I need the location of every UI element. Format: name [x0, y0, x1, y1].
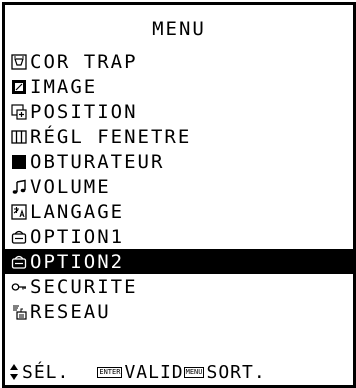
menu-item-option1[interactable]: OPTION1 [5, 224, 353, 249]
menu-item-langage[interactable]: LANGAGE [5, 199, 353, 224]
projector-menu: MENU COR TRAP IMAGE POSITION RÉGL FENETR… [2, 2, 356, 388]
menu-item-label: RÉGL FENETRE [30, 125, 192, 148]
key-icon [11, 279, 27, 295]
keystone-icon [11, 53, 27, 70]
menu-item-option2[interactable]: OPTION2 [5, 249, 353, 274]
menu-item-volume[interactable]: VOLUME [5, 174, 353, 199]
language-icon [11, 203, 27, 220]
music-note-icon [11, 179, 27, 195]
menu-item-label: VOLUME [30, 175, 111, 198]
menu-item-regl-fenetre[interactable]: RÉGL FENETRE [5, 124, 353, 149]
menu-item-reseau[interactable]: RESEAU [5, 299, 353, 324]
menu-footer: SÉL. ENTER VALID MENU SORT. [5, 360, 356, 384]
shutter-icon [11, 154, 27, 170]
image-icon [11, 79, 27, 95]
menu-item-label: IMAGE [30, 75, 98, 98]
select-hint-label: SÉL. [22, 361, 70, 383]
network-icon [11, 304, 27, 320]
enter-key-icon: ENTER [97, 366, 123, 378]
window-adjust-icon [11, 129, 27, 145]
menu-item-obturateur[interactable]: OBTURATEUR [5, 149, 353, 174]
menu-item-label: OBTURATEUR [30, 150, 165, 173]
option-icon [11, 254, 27, 270]
menu-item-position[interactable]: POSITION [5, 99, 353, 124]
menu-item-image[interactable]: IMAGE [5, 74, 353, 99]
menu-item-label: OPTION2 [30, 250, 125, 273]
menu-list: COR TRAP IMAGE POSITION RÉGL FENETRE OBT [5, 49, 353, 324]
option-icon [11, 229, 27, 245]
menu-item-label: COR TRAP [30, 50, 138, 73]
menu-item-label: RESEAU [30, 300, 111, 323]
menu-title: MENU [152, 18, 206, 40]
menu-item-cor-trap[interactable]: COR TRAP [5, 49, 353, 74]
menu-item-label: OPTION1 [30, 225, 125, 248]
menu-item-label: POSITION [30, 100, 138, 123]
exit-hint-label: SORT. [206, 361, 266, 383]
menu-item-securite[interactable]: SECURITE [5, 274, 353, 299]
menu-key-icon: MENU [183, 366, 205, 378]
position-icon [11, 103, 27, 120]
validate-hint-label: VALID [124, 361, 184, 383]
up-down-arrow-icon [9, 363, 19, 381]
menu-item-label: SECURITE [30, 275, 138, 298]
menu-item-label: LANGAGE [30, 200, 125, 223]
